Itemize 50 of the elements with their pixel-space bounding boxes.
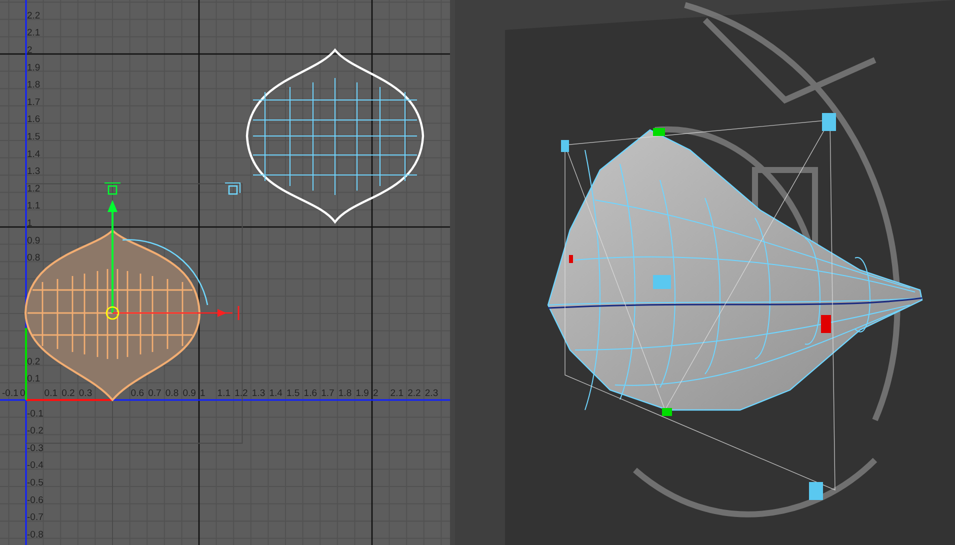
axis-label: 0 [20, 388, 26, 399]
axis-label: -0.2 [27, 426, 44, 437]
axis-label: 1.5 [286, 388, 300, 399]
axis-label: 1.6 [304, 388, 318, 399]
axis-label: 1.4 [27, 148, 40, 160]
axis-label: 1.9 [356, 388, 369, 399]
axis-label: -0.5 [27, 478, 44, 488]
axis-label: -0.3 [27, 442, 44, 454]
axis-label: 0.3 [78, 388, 92, 399]
axis-label: 1.8 [338, 388, 352, 399]
axis-label: 1.4 [269, 388, 282, 399]
axis-label: 1.5 [27, 132, 40, 142]
axis-label: 0.6 [130, 388, 144, 399]
axis-label: 1.2 [234, 388, 248, 399]
axis-label: 2.1 [27, 28, 40, 39]
axis-label: 2.2 [408, 388, 421, 399]
axis-label: -0.1 [2, 388, 18, 399]
axis-label: 2 [27, 45, 32, 56]
axis-label: -0.4 [27, 460, 44, 472]
axis-label: 0.8 [165, 388, 179, 399]
axis-label: -0.6 [27, 494, 44, 506]
axis-label: 0.9 [182, 388, 196, 399]
axis-label: 0.9 [27, 235, 40, 246]
axis-label: 1 [27, 218, 32, 229]
axis-label: 1.9 [27, 62, 40, 74]
bounding-box-manipulator[interactable] [561, 113, 836, 500]
axis-label: 1.3 [252, 388, 266, 399]
axis-label: -0.7 [27, 512, 44, 524]
axis-label: 2.3 [424, 388, 438, 399]
axis-label: 2 [373, 388, 378, 399]
axis-label: 0.2 [27, 356, 40, 368]
axis-label: 1.7 [27, 96, 40, 108]
axis-label: 2.2 [27, 10, 40, 22]
axis-label: 1.1 [27, 200, 40, 212]
axis-label: 1.7 [321, 388, 334, 399]
axis-label: 2.1 [390, 388, 404, 399]
axis-label: 1.8 [27, 80, 40, 91]
axis-label: 1.1 [217, 388, 231, 399]
axis-label: 0.1 [44, 388, 58, 399]
axis-label: 0.2 [62, 388, 75, 399]
axis-label: 0.7 [148, 388, 162, 399]
axis-label: 1 [200, 388, 206, 399]
axis-label: -0.1 [27, 408, 44, 420]
axis-label: 1.3 [27, 166, 40, 178]
axis-label: 1.6 [27, 114, 40, 126]
axis-label: 0.1 [27, 374, 40, 385]
axis-label: 1.2 [27, 183, 40, 194]
axis-label: -0.8 [27, 529, 44, 540]
axis-label: 0.8 [27, 252, 40, 264]
rotate-move-manipulator[interactable] [104, 182, 240, 320]
